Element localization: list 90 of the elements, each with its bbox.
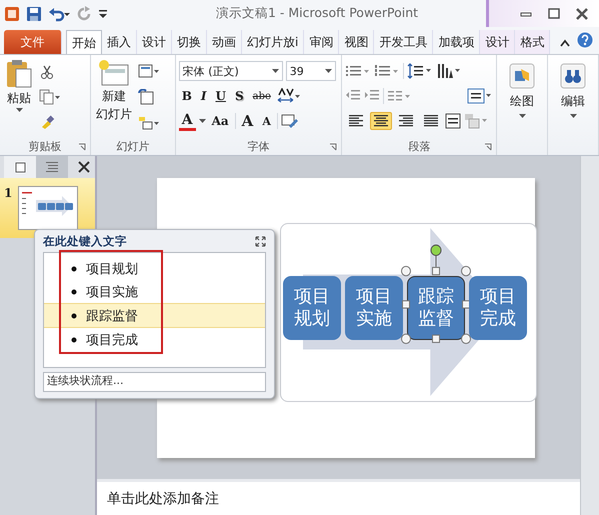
section-icon[interactable] xyxy=(138,116,160,130)
bullet-icon xyxy=(71,312,77,318)
process-block[interactable]: 项目 规划 xyxy=(283,276,341,340)
help-icon[interactable] xyxy=(577,32,593,48)
bullets-icon[interactable] xyxy=(345,64,372,78)
layout-icon[interactable] xyxy=(138,64,160,78)
ribbon-tab[interactable]: 动画 xyxy=(207,30,242,54)
align-text-icon[interactable] xyxy=(467,88,494,104)
ribbon-tab[interactable]: 视图 xyxy=(339,30,374,54)
copy-icon[interactable] xyxy=(39,88,61,105)
paste-button[interactable]: 粘贴 xyxy=(3,57,35,137)
character-spacing-icon[interactable] xyxy=(276,88,301,104)
save-icon[interactable] xyxy=(26,6,42,22)
selection-handles-icon[interactable] xyxy=(401,244,471,344)
outline-tab[interactable] xyxy=(36,156,68,178)
font-color-button[interactable]: A xyxy=(178,112,196,130)
outline-icon xyxy=(46,162,58,172)
font-style-button[interactable]: I xyxy=(198,89,210,103)
group-label: 剪贴板 xyxy=(28,138,62,154)
bullet-item[interactable]: 跟踪监督 xyxy=(44,303,265,328)
font-style-button[interactable]: S xyxy=(232,89,247,103)
font-style-button[interactable]: U xyxy=(212,89,229,103)
line-spacing-icon[interactable] xyxy=(407,63,434,79)
grow-font-button[interactable]: A xyxy=(238,112,256,130)
ribbon-tab[interactable]: 开始 xyxy=(66,30,102,54)
shapes-icon xyxy=(509,63,536,89)
align-button[interactable] xyxy=(370,112,392,130)
numbering-icon[interactable] xyxy=(374,64,400,78)
change-case-button[interactable]: Aa xyxy=(208,114,232,128)
maximize-icon[interactable] xyxy=(547,8,561,20)
collapse-icon[interactable] xyxy=(255,236,266,246)
clear-formatting-icon[interactable] xyxy=(280,113,299,129)
text-list-field[interactable]: 项目规划 项目实施 跟踪监督 项目完成 xyxy=(43,252,266,368)
caret-icon[interactable] xyxy=(324,69,332,73)
bullet-icon xyxy=(71,288,77,294)
new-slide-button[interactable]: 新建 幻灯片 xyxy=(94,57,134,137)
dialog-launcher-icon[interactable] xyxy=(78,143,86,151)
slide-number: 1 xyxy=(4,186,12,202)
caret-icon xyxy=(570,114,577,118)
binoculars-icon xyxy=(560,63,586,89)
undo-icon[interactable] xyxy=(48,6,70,22)
scissors-icon[interactable] xyxy=(39,64,55,80)
slide-icon xyxy=(14,162,26,172)
powerpoint-logo-icon[interactable] xyxy=(4,6,20,22)
vertical-scrollbar[interactable] xyxy=(580,156,599,515)
editing-button[interactable]: 编辑 xyxy=(551,61,595,120)
layout-description-link[interactable]: 连续块状流程... xyxy=(43,372,266,392)
caret-icon xyxy=(518,114,526,118)
collapse-ribbon-icon[interactable] xyxy=(559,38,571,48)
ribbon-tab[interactable]: 文件 xyxy=(4,30,62,54)
smartart-frame[interactable]: 项目 规划 项目 实施 跟踪 监督 项目 完成 xyxy=(280,223,537,402)
font-family-field[interactable]: 宋体 (正文) xyxy=(178,61,283,81)
dialog-launcher-icon[interactable] xyxy=(484,143,492,151)
text-columns-icon[interactable] xyxy=(387,89,412,103)
bullet-icon xyxy=(71,336,77,342)
ribbon-tab[interactable]: 设计 xyxy=(480,30,516,54)
caret-icon xyxy=(16,108,22,112)
font-style-button[interactable]: B xyxy=(178,89,195,103)
caret-icon[interactable] xyxy=(198,119,206,123)
process-block[interactable]: 跟踪 监督 xyxy=(407,276,465,340)
reset-icon[interactable] xyxy=(138,88,154,105)
ribbon-tab[interactable]: 审阅 xyxy=(304,30,340,54)
ribbon-tab[interactable]: 格式 xyxy=(515,30,550,54)
slide-thumbnail-drawing xyxy=(18,186,78,230)
window-title: 演示文稿1 - Microsoft PowerPoint xyxy=(214,5,420,22)
ribbon-tab[interactable]: 切换 xyxy=(172,30,207,54)
process-block[interactable]: 项目 完成 xyxy=(469,276,527,340)
font-size-field[interactable]: 39 xyxy=(286,61,336,81)
clipboard-icon xyxy=(5,59,33,89)
close-icon[interactable] xyxy=(575,8,589,20)
columns-icon[interactable] xyxy=(436,63,462,79)
ribbon-tab[interactable]: 设计 xyxy=(137,30,172,54)
process-block[interactable]: 项目 实施 xyxy=(345,276,403,340)
slides-tab[interactable] xyxy=(4,156,36,178)
group-label: 字体 xyxy=(248,138,270,154)
font-style-button[interactable]: abe xyxy=(250,90,274,102)
caret-icon[interactable] xyxy=(272,69,279,73)
close-icon[interactable] xyxy=(78,161,90,173)
distributed-icon[interactable] xyxy=(445,113,462,129)
bullet-icon xyxy=(71,266,77,272)
ribbon-tab[interactable]: 幻灯片放i xyxy=(242,30,304,54)
group-label: 段落 xyxy=(408,138,430,154)
dialog-launcher-icon[interactable] xyxy=(329,143,338,151)
drawing-button[interactable]: 绘图 xyxy=(500,61,544,120)
shrink-font-button[interactable]: A xyxy=(259,114,274,128)
notes-field[interactable]: 单击此处添加备注 xyxy=(97,479,580,515)
ribbon-tab[interactable]: 插入 xyxy=(102,30,137,54)
group-label: 幻灯片 xyxy=(116,138,150,154)
ribbon-tab[interactable]: 开发工具 xyxy=(374,30,434,54)
new-slide-icon xyxy=(98,59,130,87)
